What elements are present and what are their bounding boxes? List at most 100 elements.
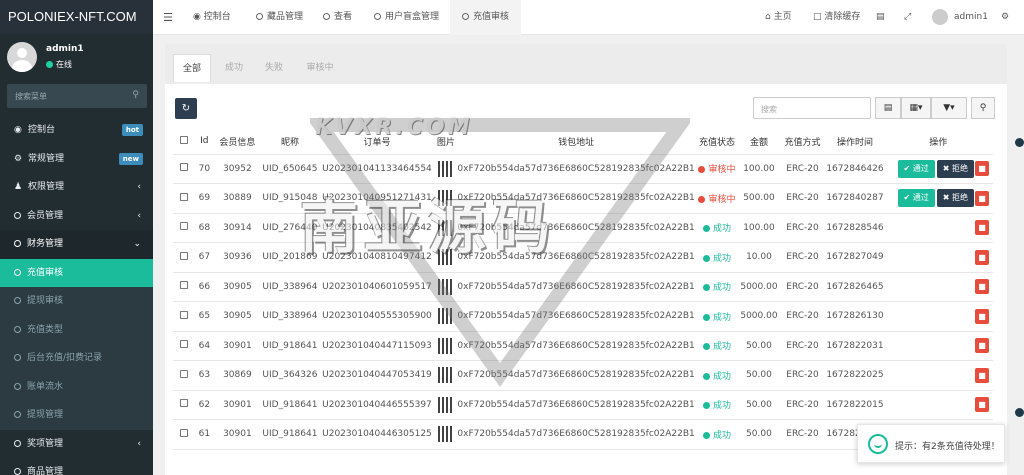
sidebar-item-general[interactable]: ⚙ 常规管理 new — [0, 145, 153, 174]
row-checkbox-cell[interactable] — [173, 154, 195, 184]
table-search-input[interactable]: 搜索 — [753, 97, 871, 119]
delete-button[interactable]: ■ — [975, 367, 989, 383]
scrollbar[interactable] — [1014, 100, 1024, 475]
menu-search-input[interactable]: 搜索菜单 ⚲ — [7, 84, 147, 108]
refresh-button[interactable]: ↻ — [175, 98, 197, 119]
sidebar-item-prizes[interactable]: 奖项管理 ‹ — [0, 430, 153, 459]
sidebar-item-recharge-review[interactable]: 充值审核 — [0, 258, 153, 287]
columns-button[interactable]: ▦▾ — [901, 97, 931, 119]
checkbox[interactable] — [179, 163, 188, 172]
checkbox[interactable] — [179, 222, 188, 231]
search-icon[interactable]: ⚲ — [132, 90, 139, 100]
row-checkbox-cell[interactable] — [173, 301, 195, 332]
checkbox[interactable] — [179, 369, 188, 378]
sidebar-item-products[interactable]: 商品管理 — [0, 458, 153, 475]
column-header[interactable]: 充值状态 — [694, 129, 740, 155]
tab-failed[interactable]: 失败 — [255, 54, 293, 82]
delete-button[interactable]: ■ — [975, 220, 989, 236]
trash-icon: ■ — [978, 400, 986, 410]
search-toggle-button[interactable]: ⚲ — [971, 97, 995, 119]
row-checkbox-cell[interactable] — [173, 331, 195, 361]
checkbox[interactable] — [179, 251, 188, 260]
home-link[interactable]: ⌂ 主页 — [765, 0, 792, 35]
chevron-left-icon: ‹ — [137, 438, 141, 449]
row-checkbox-cell[interactable] — [173, 242, 195, 273]
delete-button[interactable]: ■ — [975, 279, 989, 295]
sidebar-item-withdraw-manage[interactable]: 提现管理 — [0, 401, 153, 430]
tab-success[interactable]: 成功 — [215, 54, 253, 82]
fullscreen-icon[interactable]: ⤢ — [904, 0, 911, 35]
sidebar-item-admin-recharge-records[interactable]: 后台充值/扣费记录 — [0, 344, 153, 373]
sidebar-item-dashboard[interactable]: ◉ 控制台 hot — [0, 116, 153, 145]
notification-toast[interactable]: 提示：有2条充值待处理！ — [857, 424, 1005, 463]
checkbox[interactable] — [179, 281, 188, 290]
row-checkbox-cell[interactable] — [173, 360, 195, 391]
refresh-icon: ↻ — [181, 103, 191, 114]
id-cell: 65 — [194, 301, 215, 332]
checkbox[interactable] — [179, 399, 188, 408]
sidebar-item-members[interactable]: 会员管理 ‹ — [0, 202, 153, 231]
status-label: 成功 — [712, 342, 731, 353]
scroll-up-icon[interactable] — [1015, 138, 1024, 147]
user-menu[interactable]: admin1 — [932, 0, 988, 35]
checkbox[interactable] — [179, 135, 188, 144]
column-header[interactable]: 操作时间 — [826, 129, 884, 155]
select-all-checkbox[interactable] — [173, 129, 195, 155]
sidebar-item-withdraw-review[interactable]: 提现审核 — [0, 287, 153, 316]
column-header[interactable]: Id — [194, 129, 215, 155]
member-cell: 30869 — [214, 360, 261, 391]
approve-button[interactable]: ✔ 通过 — [897, 189, 935, 208]
sidebar-item-finance[interactable]: 财务管理 ⌄ — [0, 230, 153, 259]
delete-button[interactable]: ■ — [975, 338, 989, 354]
settings-gear-icon[interactable]: ⚙ — [1001, 0, 1009, 35]
approve-button[interactable]: ✔ 通过 — [897, 159, 935, 178]
qr-thumbnail[interactable] — [437, 426, 454, 443]
row-checkbox-cell[interactable] — [173, 213, 195, 243]
delete-button[interactable]: ■ — [975, 161, 989, 177]
column-header[interactable]: 操作 — [883, 129, 993, 155]
tab-view[interactable]: 查看 — [323, 0, 352, 35]
translate-icon[interactable]: ▤ — [876, 0, 885, 35]
toggle-view-button[interactable]: ▤ — [875, 97, 901, 119]
clear-cache-label: 清除缓存 — [824, 12, 861, 22]
tab-all[interactable]: 全部 — [173, 54, 211, 82]
id-cell: 64 — [194, 331, 215, 361]
column-header[interactable]: 会员信息 — [214, 129, 261, 155]
checkbox[interactable] — [179, 428, 188, 437]
app-logo[interactable]: POLONIEX-NFT.COM — [0, 0, 153, 34]
trash-icon: ■ — [978, 252, 986, 262]
tab-recharge-review[interactable]: 充值审核 — [450, 0, 522, 35]
reject-button[interactable]: ✖ 拒绝 — [936, 189, 974, 208]
checkbox[interactable] — [179, 340, 188, 349]
tab-collections[interactable]: 藏品管理 — [256, 0, 303, 35]
row-checkbox-cell[interactable] — [173, 419, 195, 450]
tab-dashboard[interactable]: ◉ 控制台 — [193, 0, 231, 35]
qr-thumbnail[interactable] — [437, 396, 454, 413]
sidebar-item-permissions[interactable]: ♟ 权限管理 ‹ — [0, 173, 153, 202]
status-dot-icon — [702, 402, 710, 410]
delete-button[interactable]: ■ — [975, 190, 989, 206]
row-checkbox-cell[interactable] — [173, 183, 195, 214]
row-checkbox-cell[interactable] — [173, 272, 195, 302]
actions-cell: ■ — [883, 242, 993, 273]
delete-button[interactable]: ■ — [975, 397, 989, 413]
clear-cache-button[interactable]: □ 清除缓存 — [813, 0, 860, 35]
column-header[interactable]: 充值方式 — [778, 129, 827, 155]
column-header[interactable]: 金额 — [739, 129, 779, 155]
tab-blindbox[interactable]: 用户盲盒管理 — [374, 0, 439, 35]
checkbox[interactable] — [179, 310, 188, 319]
reject-button[interactable]: ✖ 拒绝 — [936, 159, 974, 178]
sidebar-item-recharge-type[interactable]: 充值类型 — [0, 315, 153, 344]
export-button[interactable]: ▼▾ — [931, 97, 967, 119]
delete-button[interactable]: ■ — [975, 249, 989, 265]
toast-text: 提示：有2条充值待处理！ — [895, 442, 1000, 452]
sidebar-item-bill-flow[interactable]: 账单流水 — [0, 372, 153, 401]
delete-button[interactable]: ■ — [975, 308, 989, 324]
tab-pending[interactable]: 审核中 — [297, 54, 343, 82]
scroll-down-icon[interactable] — [1015, 408, 1024, 417]
row-checkbox-cell[interactable] — [173, 390, 195, 420]
status-label: 成功 — [712, 283, 731, 294]
hamburger-menu-icon[interactable]: ☰ — [163, 0, 173, 35]
image-cell[interactable] — [434, 419, 458, 450]
checkbox[interactable] — [179, 192, 188, 201]
